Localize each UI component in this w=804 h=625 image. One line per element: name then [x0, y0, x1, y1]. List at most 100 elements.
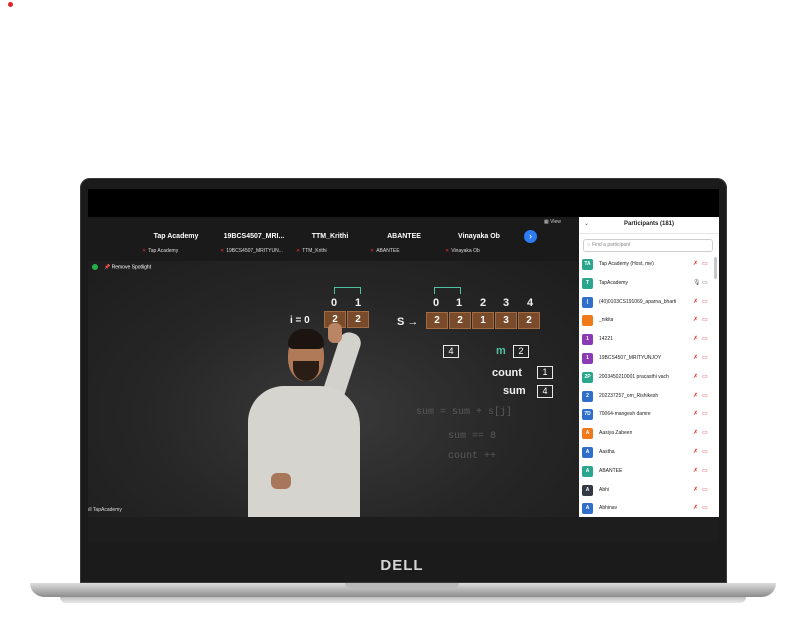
index-label: 2	[480, 297, 487, 309]
video-tile[interactable]: Tap Academy ✕ Tap Academy	[138, 217, 214, 261]
presenter-left-hand	[271, 473, 291, 489]
participant-row[interactable]: 2 202237257_om_Rishikesh ✗ ▭	[579, 388, 719, 407]
m-label: m	[496, 345, 506, 357]
count-box: 1	[537, 366, 553, 379]
participant-row[interactable]: 7D 70064-mangesh damre ✗ ▭	[579, 406, 719, 425]
camera-off-icon[interactable]: ▭	[702, 279, 708, 286]
participant-row[interactable]: 1 19BCS4507_MRITYUNJOY ✗ ▭	[579, 350, 719, 369]
video-tile[interactable]: ABANTEE ✕ ABANTEE	[366, 217, 442, 261]
faded-code-line: count ++	[448, 451, 497, 462]
spotlight-video: 📌 Remove Spotlight 0 1 i = 0 2 2 0 1 2 3…	[88, 261, 579, 517]
mic-off-icon: ✕	[220, 248, 225, 254]
camera-off-icon[interactable]: ▭	[702, 392, 708, 399]
video-owner-label: ıll TapAcademy	[88, 507, 122, 513]
tile-label: ✕ Vinayaka Ob	[445, 248, 480, 254]
tile-name: TTM_Krithi	[311, 233, 349, 240]
view-button[interactable]: ▦ View	[544, 219, 561, 225]
participant-row[interactable]: TA Tap Academy (Host, me) ✗ ▭	[579, 256, 719, 275]
mic-off-icon[interactable]: ✗	[693, 260, 698, 267]
camera-off-icon[interactable]: ▭	[702, 467, 708, 474]
mic-off-icon: ✕	[445, 248, 450, 254]
tile-label: ✕ TTM_Krithi	[296, 248, 327, 254]
video-strip: Tap Academy ✕ Tap Academy 19BCS4507_MRI..…	[88, 217, 579, 261]
camera-off-icon[interactable]: ▭	[702, 335, 708, 342]
mic-off-icon[interactable]: ✗	[693, 392, 698, 399]
participant-row[interactable]: ( (40)0103CS191069_aparna_bharti ✗ ▭	[579, 294, 719, 313]
array-cell: 1	[472, 312, 494, 329]
participant-name: 2003450210001 pracasthi vach	[599, 373, 669, 380]
mic-off-icon[interactable]: ✗	[693, 354, 698, 361]
camera-off-icon[interactable]: ▭	[702, 504, 708, 511]
dell-logo: DELL	[380, 557, 424, 574]
participant-name: ABANTEE	[599, 467, 623, 474]
avatar: (	[582, 296, 593, 308]
camera-off-icon[interactable]: ▭	[702, 316, 708, 323]
panel-title: Participants (181)	[623, 221, 675, 227]
camera-off-icon[interactable]: ▭	[702, 410, 708, 417]
bottom-bezel	[88, 517, 719, 543]
mic-off-icon: ✕	[370, 248, 375, 254]
k-box: 4	[443, 345, 459, 358]
mic-off-icon[interactable]: ✗	[693, 316, 698, 323]
camera-off-icon[interactable]: ▭	[702, 354, 708, 361]
participant-row[interactable]: A Abhinav ✗ ▭	[579, 500, 719, 517]
scrollbar[interactable]	[714, 257, 717, 279]
camera-off-icon[interactable]: ▭	[702, 429, 708, 436]
participant-name: (40)0103CS191069_aparna_bharti	[599, 298, 677, 305]
camera-off-icon[interactable]: ▭	[702, 260, 708, 267]
camera-off-icon[interactable]: ▭	[702, 298, 708, 305]
participant-name: Abhinav	[599, 505, 618, 512]
zoom-screen: Tap Academy ✕ Tap Academy 19BCS4507_MRI..…	[88, 217, 719, 517]
participant-row[interactable]: A Aastha ✗ ▭	[579, 444, 719, 463]
avatar: 2P	[582, 371, 593, 383]
array-cell: 2	[426, 312, 448, 329]
avatar: 1	[582, 352, 593, 364]
shield-icon	[92, 264, 98, 270]
participant-row[interactable]: A Aasiya Zabeen ✗ ▭	[579, 425, 719, 444]
participant-row[interactable]: _nikita ✗ ▭	[579, 312, 719, 331]
camera-off-icon[interactable]: ▭	[702, 373, 708, 380]
participant-row[interactable]: A ABANTEE ✗ ▭	[579, 463, 719, 482]
participant-name: Tap Academy (Host, me)	[599, 261, 654, 267]
index-label: 4	[527, 297, 534, 309]
participant-row[interactable]: 1 14221 ✗ ▭	[579, 331, 719, 350]
mic-off-icon[interactable]: ✗	[693, 410, 698, 417]
array-cell: 2	[449, 312, 471, 329]
camera-off-icon[interactable]: ▭	[702, 448, 708, 455]
participant-name: _nikita	[599, 317, 614, 324]
mic-off-icon[interactable]: ✗	[693, 298, 698, 305]
participant-name: Aasiya Zabeen	[599, 430, 633, 437]
camera-off-icon[interactable]: ▭	[702, 486, 708, 493]
avatar: TA	[582, 259, 593, 270]
mic-off-icon[interactable]: ✗	[693, 373, 698, 380]
video-tile[interactable]: 19BCS4507_MRI... ✕ 19BCS4507_MRITYUN...	[216, 217, 292, 261]
participant-row[interactable]: A Abhi ✗ ▭	[579, 482, 719, 501]
laptop-notch	[345, 583, 459, 588]
next-page-button[interactable]: ›	[524, 230, 537, 243]
mic-off-icon[interactable]: ✗	[693, 486, 698, 493]
remove-spotlight-button[interactable]: 📌 Remove Spotlight	[92, 264, 151, 270]
participant-row[interactable]: T TapAcademy 🎙 ▭	[579, 275, 719, 294]
mic-off-icon[interactable]: ✗	[693, 335, 698, 342]
mic-icon[interactable]: 🎙	[693, 279, 701, 286]
mic-off-icon[interactable]: ✗	[693, 467, 698, 474]
video-tile[interactable]: Vinayaka Ob ✕ Vinayaka Ob	[441, 217, 517, 261]
search-input[interactable]: ○ Find a participant	[583, 239, 713, 252]
avatar: 2	[582, 390, 593, 402]
mic-off-icon[interactable]: ✗	[693, 429, 698, 436]
index-label: 0	[331, 297, 338, 309]
faded-code-line: sum = sum + s[j]	[416, 407, 513, 418]
mic-off-icon[interactable]: ✗	[693, 504, 698, 511]
presenter-body	[248, 386, 360, 517]
avatar: A	[582, 428, 593, 440]
count-label: count	[492, 367, 522, 379]
presenter-hair	[288, 329, 324, 349]
avatar: 1	[582, 334, 593, 346]
avatar: 7D	[582, 409, 593, 421]
participant-name: 70064-mangesh damre	[599, 411, 651, 418]
video-tile[interactable]: TTM_Krithi ✕ TTM_Krithi	[292, 217, 368, 261]
participant-name: 202237257_om_Rishikesh	[599, 392, 659, 399]
index-bracket	[434, 287, 461, 294]
mic-off-icon[interactable]: ✗	[693, 448, 698, 455]
participant-row[interactable]: 2P 2003450210001 pracasthi vach ✗ ▭	[579, 369, 719, 388]
